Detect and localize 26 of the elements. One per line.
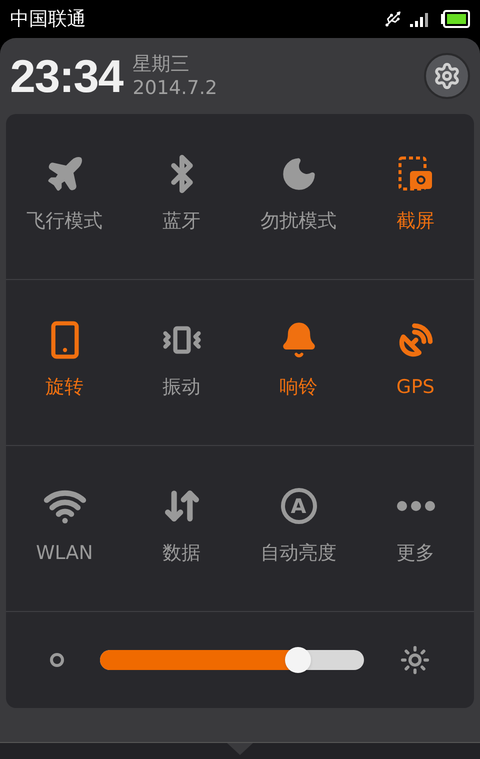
toggle-button[interactable]: A 自动亮度 [240,446,357,611]
usb-icon [384,10,402,28]
toggle-button[interactable]: 旋转 [6,280,123,445]
sun-icon [400,645,430,675]
clock-time: 23:34 [10,48,123,104]
toggle-button[interactable]: 响铃 [240,280,357,445]
toggle-button[interactable]: WLAN [6,446,123,611]
weekday: 星期三 [132,52,191,76]
settings-icon [433,62,461,90]
brightness-slider[interactable] [100,650,364,670]
handle-arrow-icon [227,743,253,755]
battery-icon [440,10,470,28]
toggle-button[interactable]: 截屏 [357,114,474,279]
toggle-button[interactable]: 振动 [123,280,240,445]
toggle-button[interactable]: 勿扰模式 [240,114,357,279]
auto-brightness-icon: A [280,488,316,524]
toggle-button[interactable]: 数据 [123,446,240,611]
dim-icon [50,653,64,667]
carrier-name: 中国联通 [10,6,86,32]
date: 2014.7.2 [132,76,218,100]
toggle-button[interactable]: GPS [357,280,474,445]
toggle-button[interactable]: 飞行模式 [6,114,123,279]
toggle-button[interactable]: 蓝牙 [123,114,240,279]
slider-thumb[interactable] [285,647,311,673]
settings-button[interactable] [424,53,470,99]
toggle-button[interactable]: 更多 [357,446,474,611]
